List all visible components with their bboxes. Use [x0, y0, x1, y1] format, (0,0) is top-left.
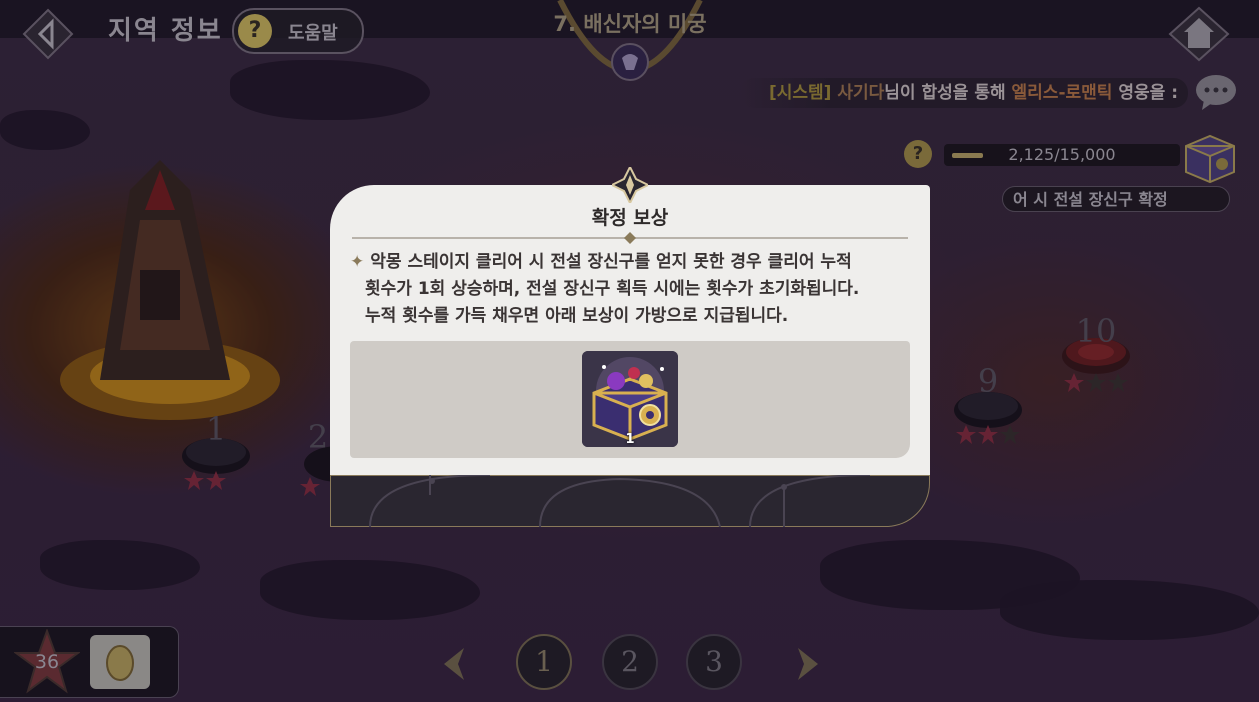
page-title: 지역 정보 — [108, 16, 223, 46]
dialog-description: ✦ 악몽 스테이지 클리어 시 전설 장신구를 얻지 못한 경우 클리어 누적 횟… — [350, 249, 910, 330]
ticker-text-end: 영웅을 : — [1112, 83, 1178, 103]
page-button-3[interactable]: 3 — [686, 634, 742, 690]
home-icon[interactable] — [1168, 6, 1230, 62]
reward-panel: 1 — [350, 341, 910, 458]
egg-icon — [106, 645, 134, 681]
divider-ornament-icon — [624, 232, 636, 244]
prev-page-icon[interactable] — [438, 644, 478, 684]
ticker-text: 님이 합성을 통해 — [884, 83, 1012, 103]
help-button[interactable]: ? 도움말 — [232, 8, 364, 54]
system-ticker: [시스템] 사기다님이 합성을 통해 엘리스-로맨틱 영웅을 : — [740, 78, 1188, 108]
ticker-hero-name: 엘리스-로맨틱 — [1011, 83, 1113, 103]
guaranteed-reward-dialog: 확정 보상 ✦ 악몽 스테이지 클리어 시 전설 장신구를 얻지 못한 경우 클리… — [330, 167, 930, 527]
star-reward-panel: 36 — [0, 626, 179, 698]
progress-text: 2,125/15,000 — [1008, 145, 1116, 164]
next-page-icon[interactable] — [784, 644, 824, 684]
reward-chest-icon[interactable] — [1180, 126, 1240, 186]
guarantee-progress: ? 2,125/15,000 — [904, 140, 1180, 170]
stage-title: 7. 배신자의 미궁 — [553, 12, 707, 36]
description-line-3: 누적 횟수를 가득 채우면 아래 보상이 가방으로 지급됩니다. — [365, 306, 789, 326]
description-line-1: 악몽 스테이지 클리어 시 전설 장신구를 얻지 못한 경우 클리어 누적 — [370, 252, 852, 272]
back-icon[interactable] — [22, 8, 74, 60]
dialog-body: 확정 보상 ✦ 악몽 스테이지 클리어 시 전설 장신구를 얻지 못한 경우 클리… — [330, 185, 930, 475]
description-line-2: 횟수가 1회 상승하며, 전설 장신구 획득 시에는 횟수가 초기화됩니다. — [365, 279, 860, 299]
map-pager: 1 2 3 — [430, 630, 830, 698]
chat-icon[interactable] — [1194, 72, 1238, 112]
progress-bar: 2,125/15,000 — [944, 144, 1180, 166]
page-button-1[interactable]: 1 — [516, 634, 572, 690]
help-icon: ? — [238, 14, 272, 48]
ticker-system-tag: [시스템] — [768, 83, 832, 103]
help-label: 도움말 — [288, 23, 338, 44]
dialog-footer — [330, 475, 930, 527]
egg-reward-button[interactable] — [90, 635, 150, 689]
progress-help-icon[interactable]: ? — [904, 140, 932, 168]
dialog-top-ornament-icon — [612, 167, 648, 203]
guarantee-note: 어 시 전설 장신구 확정 — [1002, 186, 1230, 212]
reward-item[interactable]: 1 — [582, 351, 678, 447]
footer-decoration — [369, 475, 871, 527]
star-count: 36 — [34, 651, 60, 673]
bullet-icon: ✦ — [350, 252, 365, 272]
reward-quantity: 1 — [625, 432, 635, 447]
dialog-title: 확정 보상 — [591, 207, 669, 229]
ticker-player-name: 사기다 — [837, 83, 885, 103]
page-button-2[interactable]: 2 — [602, 634, 658, 690]
